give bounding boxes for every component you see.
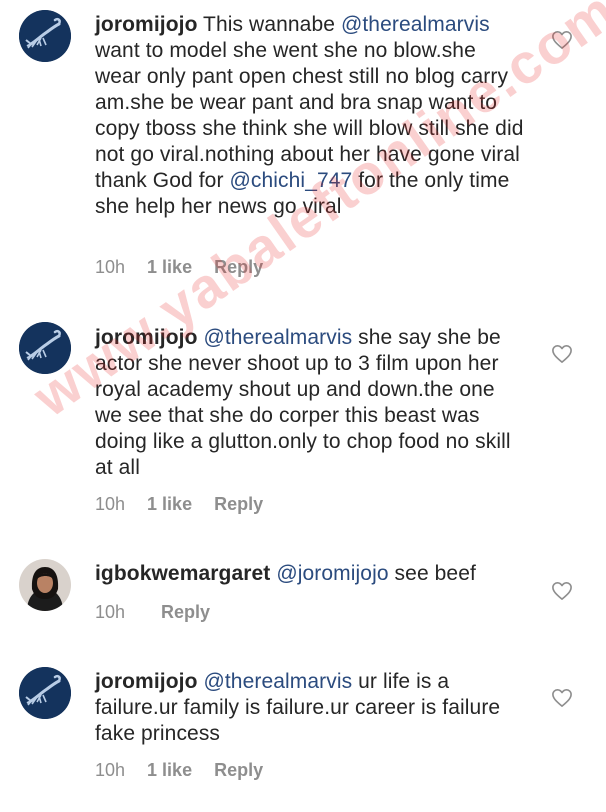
comment-username[interactable]: joromijojo: [95, 326, 198, 349]
mention-link[interactable]: @therealmarvis: [341, 13, 490, 36]
mention-link[interactable]: @therealmarvis: [203, 326, 352, 349]
avatar[interactable]: [19, 667, 71, 719]
comment-timestamp: 10h: [95, 494, 126, 514]
comment-text: joromijojo @therealmarvis ur life is a f…: [95, 669, 527, 747]
comment-username[interactable]: igbokwemargaret: [95, 562, 270, 585]
mention-link[interactable]: @chichi_747: [229, 169, 352, 192]
heart-outline-icon[interactable]: [551, 688, 573, 708]
heart-outline-icon[interactable]: [551, 344, 573, 364]
avatar[interactable]: [19, 322, 71, 374]
mention-link[interactable]: @therealmarvis: [203, 670, 352, 693]
reply-button[interactable]: Reply: [214, 494, 263, 514]
comment-text: joromijojo @therealmarvis she say she be…: [95, 325, 527, 481]
like-count[interactable]: 1 like: [147, 494, 192, 514]
woman-avatar-icon: [19, 559, 71, 611]
scorpion-avatar-icon: [19, 322, 71, 374]
comment-text-segment: see beef: [388, 562, 476, 585]
comment-username[interactable]: joromijojo: [95, 670, 198, 693]
scorpion-avatar-icon: [19, 10, 71, 62]
comment-text: joromijojo This wannabe @therealmarvis w…: [95, 12, 527, 220]
comment-text-segment: This wannabe: [197, 13, 341, 36]
heart-outline-icon[interactable]: [551, 30, 573, 50]
heart-outline-icon[interactable]: [551, 581, 573, 601]
comment-meta: 10h 1 like Reply: [95, 255, 263, 279]
reply-button[interactable]: Reply: [214, 257, 263, 277]
avatar[interactable]: [19, 10, 71, 62]
like-count[interactable]: 1 like: [147, 760, 192, 780]
avatar[interactable]: [19, 559, 71, 611]
reply-button[interactable]: Reply: [214, 760, 263, 780]
comment-text: igbokwemargaret @joromijojo see beef: [95, 561, 527, 587]
comment-meta: 10h Reply: [95, 600, 210, 624]
like-count[interactable]: 1 like: [147, 257, 192, 277]
reply-button[interactable]: Reply: [161, 602, 210, 622]
scorpion-avatar-icon: [19, 667, 71, 719]
comment-timestamp: 10h: [95, 760, 126, 780]
mention-link[interactable]: @joromijojo: [276, 562, 388, 585]
comment-username[interactable]: joromijojo: [95, 13, 198, 36]
comment-meta: 10h 1 like Reply: [95, 758, 263, 782]
comment-timestamp: 10h: [95, 257, 126, 277]
comment-meta: 10h 1 like Reply: [95, 492, 263, 516]
comment-timestamp: 10h: [95, 602, 126, 622]
